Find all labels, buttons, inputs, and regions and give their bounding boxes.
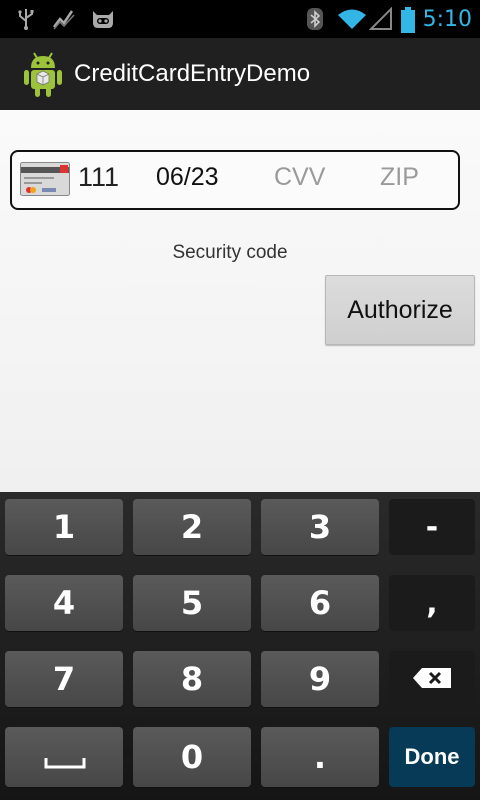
key-9[interactable]: 9: [261, 651, 379, 707]
cvv-input[interactable]: CVV: [274, 163, 325, 192]
key-5[interactable]: 5: [133, 575, 251, 631]
status-bar-system: 5:10: [305, 6, 472, 33]
action-bar: CreditCardEntryDemo: [0, 38, 480, 112]
key-0[interactable]: 0: [133, 727, 251, 787]
done-button[interactable]: Done: [389, 727, 475, 787]
key-minus[interactable]: -: [389, 499, 475, 555]
expiry-input[interactable]: 06/23: [156, 163, 219, 192]
card-number-input[interactable]: 111: [78, 162, 119, 193]
authorize-button[interactable]: Authorize: [325, 275, 475, 345]
clock: 5:10: [422, 6, 472, 32]
usb-icon: [14, 7, 38, 31]
key-1[interactable]: 1: [5, 499, 123, 555]
app-title: CreditCardEntryDemo: [74, 60, 311, 87]
key-period[interactable]: .: [261, 727, 379, 787]
activity-icon: [52, 7, 76, 31]
key-3[interactable]: 3: [261, 499, 379, 555]
key-4[interactable]: 4: [5, 575, 123, 631]
key-backspace[interactable]: [389, 651, 475, 707]
key-7[interactable]: 7: [5, 651, 123, 707]
android-icon[interactable]: [20, 50, 66, 98]
status-bar: 5:10: [0, 0, 480, 38]
zip-input[interactable]: ZIP: [380, 163, 419, 192]
key-comma[interactable]: ,: [389, 575, 475, 631]
content-area: 111 06/23 CVV ZIP Security code Authoriz…: [0, 110, 480, 492]
signal-icon: [368, 6, 393, 31]
space-bar-icon: [44, 739, 86, 777]
wifi-icon: [337, 7, 366, 31]
battery-icon: [400, 7, 415, 33]
key-6[interactable]: 6: [261, 575, 379, 631]
status-bar-notifications: [14, 6, 114, 32]
backspace-icon: [412, 662, 452, 697]
key-space[interactable]: [5, 727, 123, 787]
key-2[interactable]: 2: [133, 499, 251, 555]
cyanogen-icon: [90, 7, 114, 31]
credit-card-icon[interactable]: [20, 162, 70, 196]
credit-card-entry-field[interactable]: 111 06/23 CVV ZIP: [10, 150, 460, 210]
key-8[interactable]: 8: [133, 651, 251, 707]
bluetooth-icon: [305, 7, 329, 31]
numeric-keyboard: 1 2 3 - 4 5 6 , 7 8 9 0 . Done: [0, 492, 480, 800]
field-hint: Security code: [172, 242, 288, 263]
